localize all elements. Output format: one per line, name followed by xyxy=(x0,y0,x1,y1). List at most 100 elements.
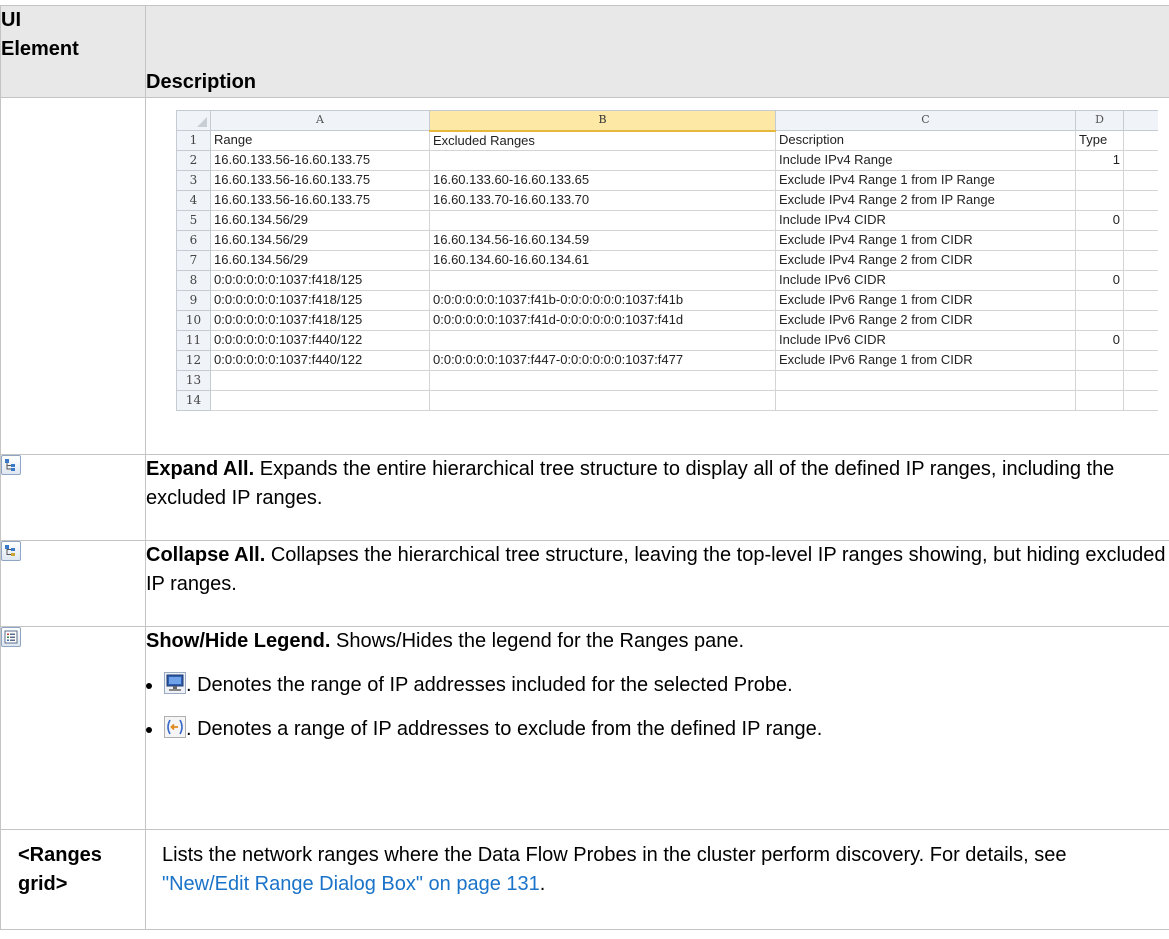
empty-ui-cell xyxy=(0,97,146,455)
ranges-grid-text: Lists the network ranges where the Data … xyxy=(162,844,1067,866)
cell-excluded-ranges xyxy=(429,330,776,351)
legend-text: Shows/Hides the legend for the Ranges pa… xyxy=(330,630,745,652)
cell-excluded-ranges: 16.60.134.60-16.60.134.61 xyxy=(429,250,776,271)
header-ui-line2: Element xyxy=(1,38,79,60)
cell-type xyxy=(1075,230,1124,251)
cell-type: Type xyxy=(1075,130,1124,151)
cell-description: Include IPv4 CIDR xyxy=(775,210,1076,231)
sheet-row: 10 0:0:0:0:0:0:1037:f418/125 0:0:0:0:0:0:1… xyxy=(176,310,1158,331)
cell-empty xyxy=(1123,350,1158,371)
cell-type: 0 xyxy=(1075,330,1124,351)
row-number: 1 xyxy=(176,130,211,151)
cell-type xyxy=(1075,390,1124,411)
cell-description: Description xyxy=(775,130,1076,151)
cell-range: Range xyxy=(210,130,430,151)
collapse-all-icon xyxy=(1,541,21,561)
sheet-row: 9 0:0:0:0:0:0:1037:f418/125 0:0:0:0:0:0:10… xyxy=(176,290,1158,311)
legend-description: Show/Hide Legend. Shows/Hides the legend… xyxy=(145,626,1169,830)
collapse-all-title: Collapse All. xyxy=(146,544,266,566)
table-row-ranges-grid: <Ranges grid> Lists the network ranges w… xyxy=(0,829,1169,930)
exclude-range-icon xyxy=(164,716,186,738)
cell-range: 0:0:0:0:0:0:1037:f418/125 xyxy=(210,290,430,311)
cell-excluded-ranges: 16.60.133.60-16.60.133.65 xyxy=(429,170,776,191)
sheet-row: 11 0:0:0:0:0:0:1037:f440/122 Include IPv6 … xyxy=(176,330,1158,351)
ui-element-table: UI Element Description A B C D 1 Range E… xyxy=(0,5,1169,930)
row-number: 4 xyxy=(176,190,211,211)
cell-empty xyxy=(1123,130,1158,151)
cell-excluded-ranges xyxy=(429,370,776,391)
cell-description: Exclude IPv6 Range 1 from CIDR xyxy=(775,350,1076,371)
cell-description: Exclude IPv4 Range 1 from CIDR xyxy=(775,230,1076,251)
cell-description: Exclude IPv6 Range 2 from CIDR xyxy=(775,310,1076,331)
cell-empty xyxy=(1123,150,1158,171)
cell-description: Exclude IPv6 Range 1 from CIDR xyxy=(775,290,1076,311)
legend-ui-cell xyxy=(0,626,146,830)
table-row-legend: Show/Hide Legend. Shows/Hides the legend… xyxy=(0,626,1169,830)
cell-range xyxy=(210,370,430,391)
column-header-c: C xyxy=(775,110,1076,131)
header-ui-line1: UI xyxy=(1,9,21,31)
cell-excluded-ranges xyxy=(429,270,776,291)
table-row-collapse-all: Collapse All. Collapses the hierarchical… xyxy=(0,540,1169,627)
sheet-row: 7 16.60.134.56/29 16.60.134.60-16.60.134.6… xyxy=(176,250,1158,271)
legend-bullet-probe: . Denotes the range of IP addresses incl… xyxy=(164,670,1169,700)
expand-all-ui-cell xyxy=(0,454,146,541)
cell-type xyxy=(1075,250,1124,271)
cell-excluded-ranges: 0:0:0:0:0:0:1037:f447-0:0:0:0:0:0:1037:f… xyxy=(429,350,776,371)
cell-excluded-ranges xyxy=(429,150,776,171)
ranges-grid-label-line1: <Ranges xyxy=(18,844,102,866)
cell-range: 16.60.133.56-16.60.133.75 xyxy=(210,150,430,171)
column-header-row: A B C D xyxy=(176,110,1158,132)
cell-excluded-ranges xyxy=(429,210,776,231)
column-header-a: A xyxy=(210,110,430,131)
select-all-corner xyxy=(176,110,211,131)
cell-type: 0 xyxy=(1075,270,1124,291)
sheet-row: 5 16.60.134.56/29 Include IPv4 CIDR 0 xyxy=(176,210,1158,231)
cell-description: Exclude IPv4 Range 1 from IP Range xyxy=(775,170,1076,191)
legend-title: Show/Hide Legend. xyxy=(146,630,331,652)
cell-empty xyxy=(1123,310,1158,331)
column-header-d: D xyxy=(1075,110,1124,131)
row-number: 7 xyxy=(176,250,211,271)
row-number: 11 xyxy=(176,330,211,351)
row-number: 6 xyxy=(176,230,211,251)
table-row-spreadsheet: A B C D 1 Range Excluded Ranges Description… xyxy=(0,97,1169,455)
column-header-e xyxy=(1123,110,1158,131)
sheet-row: 13 xyxy=(176,370,1158,391)
cell-description: Include IPv6 CIDR xyxy=(775,270,1076,291)
cell-excluded-ranges: Excluded Ranges xyxy=(429,130,776,151)
legend-bullet-probe-text: . Denotes the range of IP addresses incl… xyxy=(186,674,793,696)
expand-all-description: Expand All. Expands the entire hierarchi… xyxy=(145,454,1169,541)
cell-range: 16.60.133.56-16.60.133.75 xyxy=(210,170,430,191)
cell-type: 0 xyxy=(1075,210,1124,231)
ranges-grid-ui-cell: <Ranges grid> xyxy=(0,829,146,930)
cell-range: 0:0:0:0:0:0:1037:f440/122 xyxy=(210,350,430,371)
cell-range: 16.60.133.56-16.60.133.75 xyxy=(210,190,430,211)
expand-all-icon xyxy=(1,455,21,475)
cell-range: 0:0:0:0:0:0:1037:f440/122 xyxy=(210,330,430,351)
cell-description: Exclude IPv4 Range 2 from IP Range xyxy=(775,190,1076,211)
legend-bullet-exclude: . Denotes a range of IP addresses to exc… xyxy=(164,714,1169,744)
legend-icon xyxy=(1,627,21,647)
cell-type xyxy=(1075,350,1124,371)
row-number: 14 xyxy=(176,390,211,411)
cell-range xyxy=(210,390,430,411)
ranges-grid-link[interactable]: "New/Edit Range Dialog Box" on page 131 xyxy=(162,873,540,895)
ranges-grid-label-line2: grid> xyxy=(18,873,68,895)
cell-type xyxy=(1075,170,1124,191)
cell-empty xyxy=(1123,190,1158,211)
row-number: 13 xyxy=(176,370,211,391)
cell-description xyxy=(775,370,1076,391)
cell-empty xyxy=(1123,250,1158,271)
table-row-expand-all: Expand All. Expands the entire hierarchi… xyxy=(0,454,1169,541)
row-number: 10 xyxy=(176,310,211,331)
header-description: Description xyxy=(145,5,1169,98)
sheet-row: 8 0:0:0:0:0:0:1037:f418/125 Include IPv6 C… xyxy=(176,270,1158,291)
sheet-row: 2 16.60.133.56-16.60.133.75 Include IPv4 R… xyxy=(176,150,1158,171)
cell-range: 16.60.134.56/29 xyxy=(210,230,430,251)
legend-bullet-exclude-text: . Denotes a range of IP addresses to exc… xyxy=(186,718,823,740)
cell-empty xyxy=(1123,210,1158,231)
legend-bullet-list: . Denotes the range of IP addresses incl… xyxy=(146,670,1169,744)
cell-type: 1 xyxy=(1075,150,1124,171)
row-number: 5 xyxy=(176,210,211,231)
